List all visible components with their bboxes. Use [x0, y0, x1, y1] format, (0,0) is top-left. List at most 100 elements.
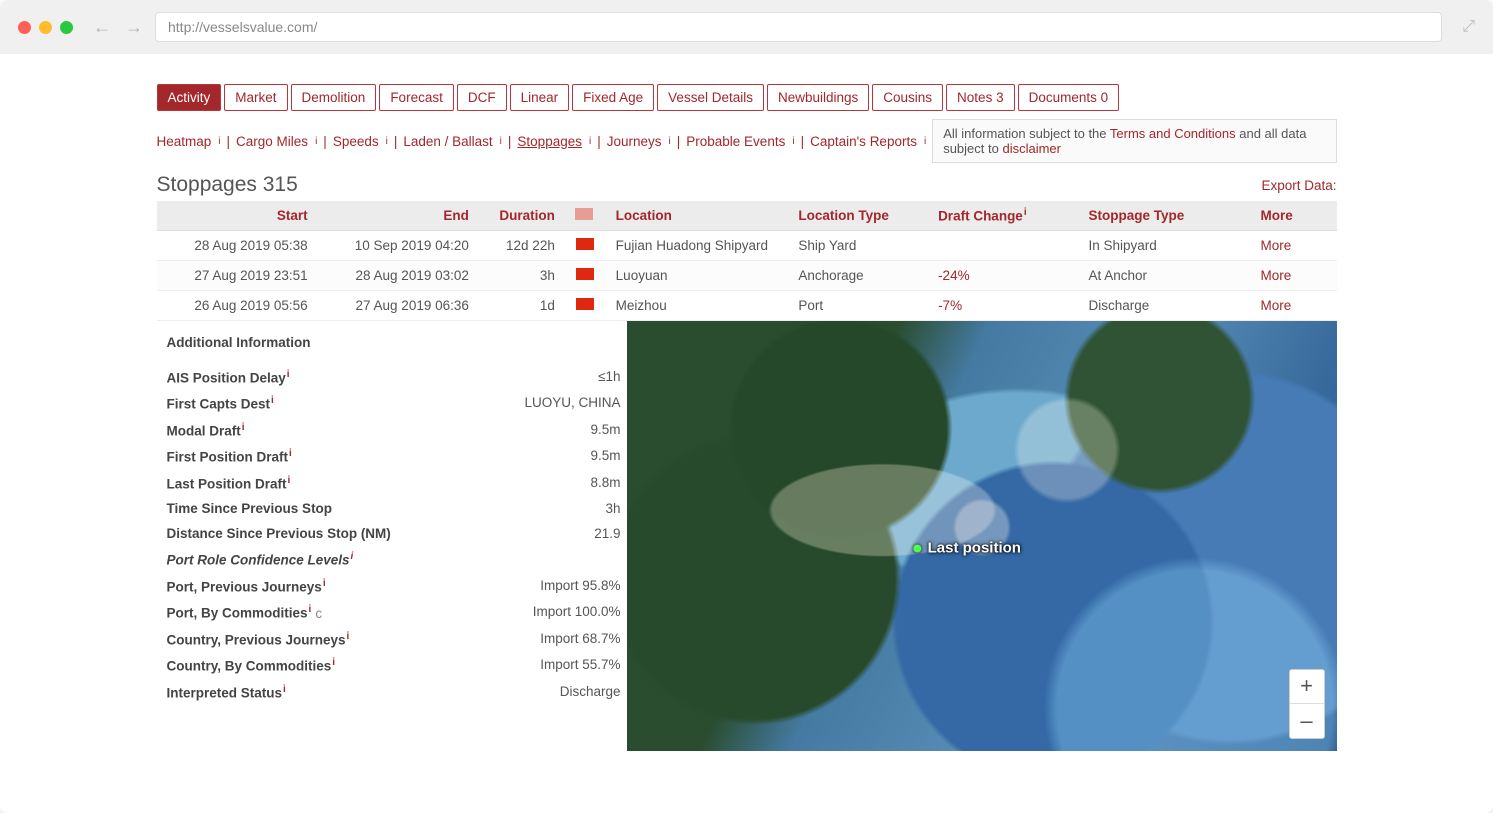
- table-row[interactable]: 28 Aug 2019 05:3810 Sep 2019 04:2012d 22…: [157, 230, 1337, 260]
- col-location[interactable]: Location: [606, 201, 789, 230]
- stoppages-table: Start End Duration Location Location Typ…: [157, 201, 1337, 321]
- tab-dcf[interactable]: DCF: [457, 84, 507, 111]
- info-icon[interactable]: i: [218, 136, 220, 147]
- tab-notes-3[interactable]: Notes 3: [946, 84, 1015, 111]
- table-row[interactable]: 27 Aug 2019 23:5128 Aug 2019 03:023hLuoy…: [157, 260, 1337, 290]
- sublink-speeds[interactable]: Speeds: [333, 134, 379, 149]
- additional-info-title: Additional Information: [167, 331, 621, 354]
- back-icon[interactable]: ←: [91, 17, 113, 38]
- info-icon[interactable]: i: [315, 136, 317, 147]
- info-value: 8.8m: [590, 475, 620, 492]
- info-icon[interactable]: i: [924, 136, 926, 147]
- info-icon[interactable]: i: [287, 369, 290, 380]
- url-bar[interactable]: http://vesselsvalue.com/: [155, 12, 1442, 42]
- more-link[interactable]: More: [1260, 268, 1291, 283]
- info-row: First Capts DestiLUOYU, CHINA: [167, 390, 621, 417]
- cell-flag: [565, 230, 606, 260]
- sublink-laden-ballast[interactable]: Laden / Ballast: [403, 134, 492, 149]
- info-value: Import 68.7%: [540, 631, 620, 648]
- col-duration[interactable]: Duration: [479, 201, 565, 230]
- info-icon[interactable]: i: [283, 684, 286, 695]
- cell-stoppage-type: At Anchor: [1079, 260, 1251, 290]
- cell-location-type: Ship Yard: [788, 230, 928, 260]
- col-more: More: [1250, 201, 1336, 230]
- maximize-window-button[interactable]: [60, 21, 73, 34]
- info-icon[interactable]: i: [500, 136, 502, 147]
- tab-fixed-age[interactable]: Fixed Age: [572, 84, 654, 111]
- cell-flag: [565, 260, 606, 290]
- sublink-cargo-miles[interactable]: Cargo Miles: [236, 134, 308, 149]
- sub-links-row: Heatmapi | Cargo Milesi | Speedsi | Lade…: [157, 119, 1337, 163]
- info-icon[interactable]: i: [332, 657, 335, 668]
- minimize-window-button[interactable]: [39, 21, 52, 34]
- tab-newbuildings[interactable]: Newbuildings: [767, 84, 869, 111]
- tab-linear[interactable]: Linear: [510, 84, 570, 111]
- page-title: Stoppages 315: [157, 173, 298, 197]
- info-icon[interactable]: i: [271, 395, 274, 406]
- info-icon[interactable]: i: [242, 422, 245, 433]
- col-stoppage-type[interactable]: Stoppage Type: [1079, 201, 1251, 230]
- table-row[interactable]: 26 Aug 2019 05:5627 Aug 2019 06:361dMeiz…: [157, 290, 1337, 320]
- info-label: Country, Previous Journeysi: [167, 631, 350, 648]
- tab-cousins[interactable]: Cousins: [872, 84, 943, 111]
- info-row: Distance Since Previous Stop (NM)21.9: [167, 521, 621, 546]
- more-link[interactable]: More: [1260, 298, 1291, 313]
- sublink-probable-events[interactable]: Probable Events: [686, 134, 785, 149]
- info-icon[interactable]: i: [347, 631, 350, 642]
- info-icon[interactable]: i: [669, 136, 671, 147]
- tab-market[interactable]: Market: [224, 84, 287, 111]
- cell-duration: 3h: [479, 260, 565, 290]
- info-icon[interactable]: i: [289, 448, 292, 459]
- cell-duration: 1d: [479, 290, 565, 320]
- info-row: Last Position Drafti8.8m: [167, 470, 621, 497]
- flag-cn-icon: [576, 238, 594, 250]
- browser-window: ← → http://vesselsvalue.com/ ⤢ ActivityM…: [0, 0, 1493, 813]
- info-row: Time Since Previous Stop3h: [167, 496, 621, 521]
- sublink-stoppages[interactable]: Stoppages: [517, 134, 582, 149]
- col-draft-change[interactable]: Draft Changei: [928, 201, 1078, 230]
- disclaimer-prefix: All information subject to the: [943, 126, 1110, 141]
- flag-cn-icon: [576, 298, 594, 310]
- export-data-link[interactable]: Export Data:: [1261, 178, 1336, 193]
- info-value: 21.9: [594, 526, 620, 541]
- tab-demolition[interactable]: Demolition: [291, 84, 377, 111]
- zoom-out-button[interactable]: –: [1290, 704, 1324, 738]
- terms-link[interactable]: Terms and Conditions: [1110, 126, 1236, 141]
- info-icon[interactable]: i: [589, 136, 591, 147]
- separator: |: [227, 134, 231, 149]
- tab-documents-0[interactable]: Documents 0: [1018, 84, 1120, 111]
- forward-icon[interactable]: →: [123, 17, 145, 38]
- tab-vessel-details[interactable]: Vessel Details: [657, 84, 764, 111]
- info-icon[interactable]: i: [792, 136, 794, 147]
- info-value: 9.5m: [590, 422, 620, 439]
- close-window-button[interactable]: [18, 21, 31, 34]
- tab-activity[interactable]: Activity: [157, 84, 222, 111]
- info-icon[interactable]: i: [323, 578, 326, 589]
- last-position-marker[interactable]: Last position: [914, 540, 1021, 557]
- info-icon[interactable]: i: [351, 551, 354, 562]
- info-label: AIS Position Delayi: [167, 369, 290, 386]
- col-end[interactable]: End: [318, 201, 479, 230]
- sublink-captain-s-reports[interactable]: Captain's Reports: [810, 134, 917, 149]
- zoom-in-button[interactable]: +: [1290, 670, 1324, 704]
- more-link[interactable]: More: [1260, 238, 1291, 253]
- col-start[interactable]: Start: [157, 201, 318, 230]
- separator: |: [801, 134, 805, 149]
- map-panel[interactable]: Last position + –: [627, 321, 1337, 751]
- expand-icon[interactable]: ⤢: [1462, 18, 1475, 36]
- zoom-controls: + –: [1289, 669, 1325, 739]
- cell-flag: [565, 290, 606, 320]
- col-location-type[interactable]: Location Type: [788, 201, 928, 230]
- cell-start: 27 Aug 2019 23:51: [157, 260, 318, 290]
- sublink-heatmap[interactable]: Heatmap: [157, 134, 212, 149]
- tab-forecast[interactable]: Forecast: [379, 84, 454, 111]
- col-flag[interactable]: [565, 201, 606, 230]
- info-label: Time Since Previous Stop: [167, 501, 333, 516]
- disclaimer-link[interactable]: disclaimer: [1002, 141, 1061, 156]
- sublink-journeys[interactable]: Journeys: [607, 134, 662, 149]
- info-icon[interactable]: i: [288, 475, 291, 486]
- info-icon[interactable]: i: [309, 604, 312, 615]
- info-icon[interactable]: i: [386, 136, 388, 147]
- cell-stoppage-type: In Shipyard: [1079, 230, 1251, 260]
- info-value: Import 95.8%: [540, 578, 620, 595]
